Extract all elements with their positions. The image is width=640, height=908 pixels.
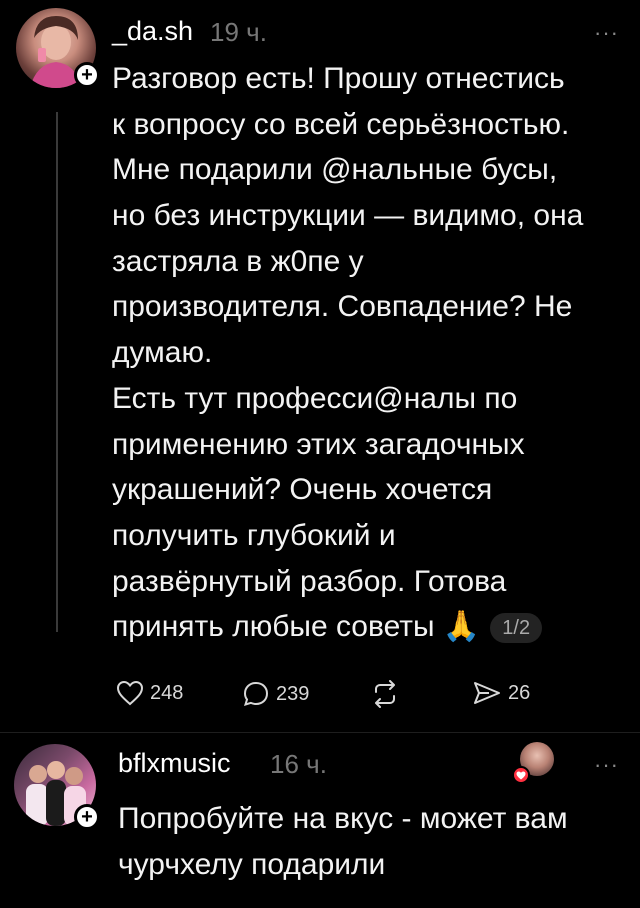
text-line: развёрнутый разбор. Готова [112, 564, 507, 598]
text-line: чурчхелу подарили [118, 847, 386, 881]
text-line-last: принять любые советы 🙏 1/2 [112, 604, 583, 650]
thread-line [56, 112, 58, 632]
text-line: думаю. [112, 336, 213, 370]
post-text: Разговор есть! Прошу отнестись к вопросу… [112, 56, 583, 650]
post-1: + _da.sh 19 ч. ··· Разговор есть! Прошу … [0, 0, 640, 740]
text-line: к вопросу со всей серьёзностью. [112, 107, 570, 141]
text-line: но без инструкции — видимо, она [112, 199, 584, 233]
username[interactable]: _da.sh [112, 16, 193, 47]
like-button[interactable]: 248 [116, 680, 183, 706]
translation-pager[interactable]: 1/2 [490, 613, 543, 644]
text-line: получить глубокий и [112, 518, 396, 552]
text-line: производителя. Совпадение? Не [112, 290, 573, 324]
text-line: принять любые советы 🙏 [112, 610, 481, 644]
text-line: применению этих загадочных [112, 427, 525, 461]
more-options-button[interactable]: ··· [594, 20, 619, 46]
comment-icon [243, 681, 269, 706]
share-button[interactable]: 26 [472, 680, 530, 706]
divider [0, 732, 640, 733]
send-icon [474, 682, 500, 704]
text-line: Мне подарили @нальные бусы, [112, 153, 558, 187]
text-line: Разговор есть! Прошу отнестись [112, 62, 565, 95]
post-text: Попробуйте на вкус - может вам чурчхелу … [118, 796, 568, 887]
follow-plus-icon[interactable]: + [74, 62, 100, 88]
text-line: Есть тут професси@налы по [112, 381, 518, 415]
text-line: украшений? Очень хочется [112, 473, 493, 507]
like-count: 248 [150, 681, 184, 704]
text-line: Попробуйте на вкус - может вам [118, 802, 568, 835]
follow-plus-icon[interactable]: + [74, 804, 100, 830]
more-options-button[interactable]: ··· [594, 752, 619, 778]
heart-icon [512, 766, 530, 784]
timestamp: 19 ч. [210, 17, 267, 47]
repost-button[interactable] [370, 680, 406, 708]
comment-count: 239 [276, 682, 310, 705]
text-line: застряла в ж0пе у [112, 244, 364, 278]
post-2: + bflxmusic 16 ч. ··· Попробуйте на вкус… [0, 740, 640, 908]
share-count: 26 [508, 681, 531, 704]
timestamp: 16 ч. [270, 749, 327, 779]
repost-icon [375, 680, 395, 708]
username[interactable]: bflxmusic [118, 748, 231, 779]
heart-icon [116, 680, 144, 706]
comment-button[interactable]: 239 [242, 680, 309, 708]
